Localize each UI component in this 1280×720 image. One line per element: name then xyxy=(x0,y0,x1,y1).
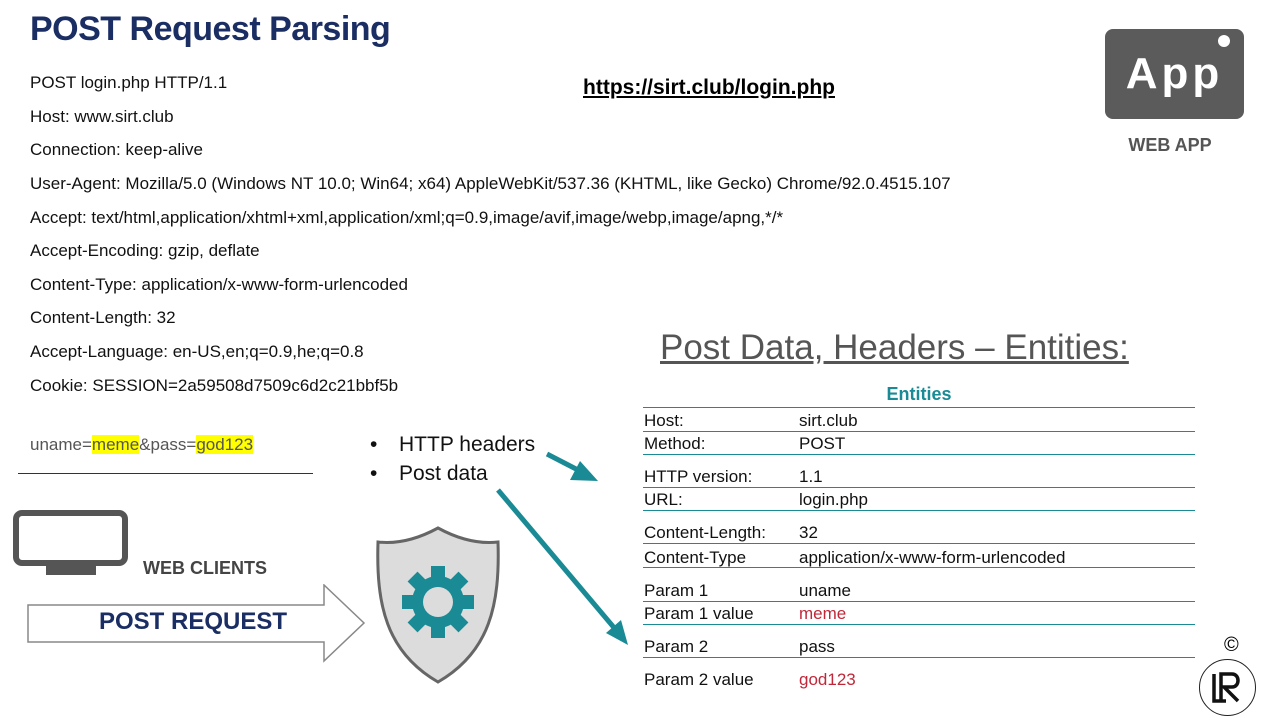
entities-rule xyxy=(643,567,1195,568)
lr-logo-mark xyxy=(1212,672,1240,703)
entity-value: sirt.club xyxy=(799,411,858,430)
entities-rule xyxy=(643,454,1195,455)
arrow-post-data xyxy=(496,488,628,645)
entities-header: Entities xyxy=(886,384,952,404)
entity-value: meme xyxy=(799,604,847,623)
entity-value: application/x-www-form-urlencoded xyxy=(799,548,1066,567)
entities-rule xyxy=(643,407,1195,408)
entity-row: Param 2 pass xyxy=(643,635,1195,657)
entity-key: Host: xyxy=(644,411,684,430)
lr-logo xyxy=(1199,659,1256,716)
entity-row: Method: POST xyxy=(643,432,1195,454)
entity-key: Content-Type xyxy=(644,548,747,567)
entity-key: Param 2 xyxy=(644,637,709,656)
entity-value: 1.1 xyxy=(799,467,823,486)
entity-row: Param 1 value meme xyxy=(643,602,1195,624)
copyright-symbol: © xyxy=(1224,634,1239,656)
entity-key: Param 2 value xyxy=(644,670,754,689)
gear-shield-icon xyxy=(376,526,500,684)
entities-rule xyxy=(643,657,1195,658)
web-clients-label: WEB CLIENTS xyxy=(143,558,267,578)
entity-value: POST xyxy=(799,434,846,453)
arrow-headers xyxy=(545,451,598,481)
entity-key: Param 1 xyxy=(644,581,709,600)
monitor-icon xyxy=(13,510,128,575)
entity-row: Param 2 value god123 xyxy=(643,668,1195,690)
entity-value: 32 xyxy=(799,523,818,542)
entity-value: god123 xyxy=(799,670,856,689)
entities-title: Post Data, Headers – Entities: xyxy=(660,328,1129,367)
entity-row: Host: sirt.club xyxy=(643,409,1195,431)
entity-key: Method: xyxy=(644,434,706,453)
entities-rule xyxy=(643,624,1195,625)
entities-rule xyxy=(643,510,1195,511)
entity-key: Content-Length: xyxy=(644,523,766,542)
entity-key: HTTP version: xyxy=(644,467,753,486)
entity-row: Content-Type application/x-www-form-urle… xyxy=(643,546,1195,568)
entity-row: HTTP version: 1.1 xyxy=(643,465,1195,487)
entity-value: login.php xyxy=(799,490,869,509)
entity-row: Content-Length: 32 xyxy=(643,521,1195,543)
entity-key: URL: xyxy=(644,490,683,509)
entity-value: uname xyxy=(799,581,851,600)
entity-row: Param 1 uname xyxy=(643,579,1195,601)
post-request-label: POST REQUEST xyxy=(98,608,288,635)
entity-value: pass xyxy=(799,637,835,656)
entities-rule xyxy=(643,543,1195,544)
entity-key: Param 1 value xyxy=(644,604,754,623)
entity-row: URL: login.php xyxy=(643,488,1195,510)
